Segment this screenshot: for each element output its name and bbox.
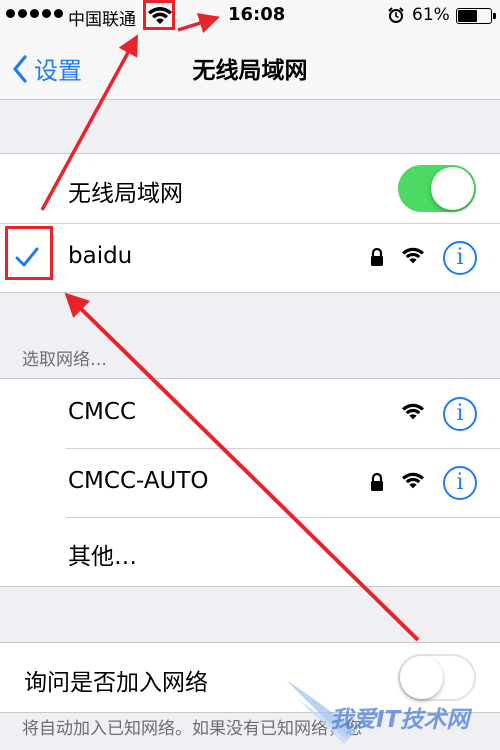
wifi-icon [402,403,424,420]
network-row-cmcc-auto[interactable]: CMCC-AUTO i [0,448,500,517]
navigation-bar: 设置 无线局域网 [0,32,500,100]
page-title: 无线局域网 [192,58,308,84]
battery-icon [456,8,496,24]
connected-network-name: baidu [68,243,133,269]
annotation-box-checkmark [5,226,53,280]
wifi-icon [402,472,424,489]
connected-network-row[interactable]: baidu i [0,223,500,292]
alarm-icon [388,7,404,23]
lock-icon [371,247,383,266]
info-icon[interactable]: i [443,241,477,275]
wifi-toggle-label: 无线局域网 [68,181,183,207]
available-networks-group: CMCC i CMCC-AUTO i 其他… [0,378,500,587]
network-name: CMCC-AUTO [68,468,209,494]
annotation-box-wifi-status [143,0,175,30]
other-network-row[interactable]: 其他… [0,517,500,586]
wifi-toggle-row: 无线局域网 [0,154,500,223]
site-watermark: 我爱IT技术网 [286,670,496,750]
choose-network-header: 选取网络… [22,350,107,370]
battery-percent: 61% [412,5,450,25]
carrier-name: 中国联通 [68,10,136,30]
info-icon[interactable]: i [443,397,477,431]
wifi-icon [402,247,424,264]
status-bar: 中国联通 16:08 61% [0,0,500,32]
lock-icon [371,472,383,491]
network-name: CMCC [68,399,137,425]
wifi-toggle-switch[interactable] [398,165,476,212]
ask-join-label: 询问是否加入网络 [24,670,208,696]
wifi-settings-group: 无线局域网 baidu i [0,153,500,293]
other-network-label: 其他… [68,544,137,570]
annotation-arrows [40,13,420,642]
clock-time: 16:08 [228,4,286,25]
watermark-text: 我爱IT技术网 [330,707,470,733]
info-icon[interactable]: i [443,466,477,500]
signal-strength-icon [6,9,63,18]
network-row-cmcc[interactable]: CMCC i [0,379,500,448]
